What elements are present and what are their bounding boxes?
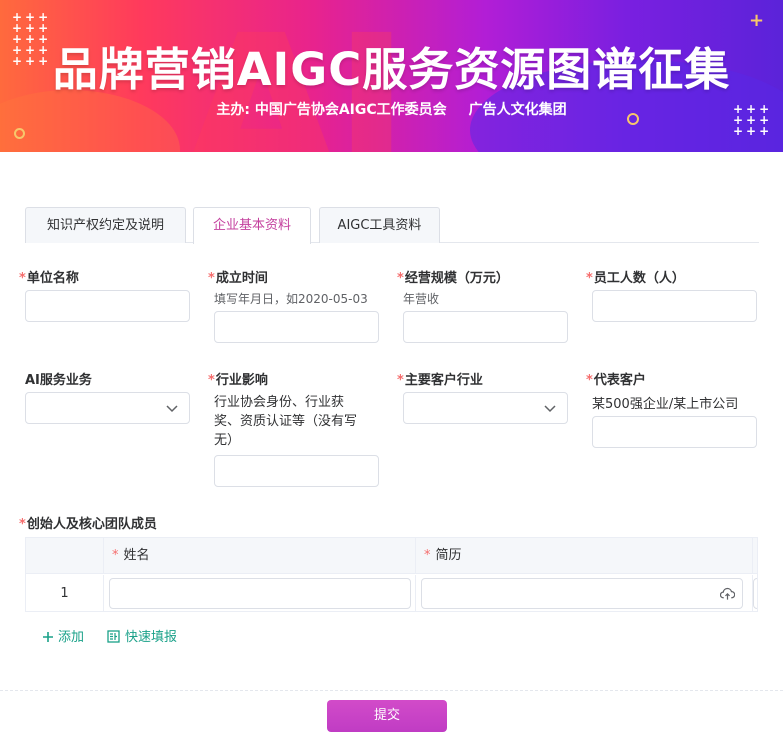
client-industry-label: *主要客户行业 bbox=[397, 373, 483, 388]
client-industry-select[interactable] bbox=[403, 392, 568, 424]
team-table-header: *姓名 *简历 * bbox=[26, 538, 757, 574]
plus-icon bbox=[43, 632, 53, 642]
ai-service-select[interactable] bbox=[25, 392, 190, 424]
business-scale-label: *经营规模（万元） bbox=[397, 271, 509, 286]
member-name-input[interactable] bbox=[109, 578, 411, 609]
row-index: 1 bbox=[26, 575, 104, 611]
extra-column-header: * bbox=[753, 538, 757, 574]
member-resume-input[interactable] bbox=[421, 578, 743, 609]
add-row-button[interactable]: 添加 bbox=[42, 626, 84, 645]
business-scale-input[interactable] bbox=[403, 311, 568, 343]
industry-influence-hint: 行业协会身份、行业获奖、资质认证等（没有写无） bbox=[214, 395, 358, 448]
name-column-header: * 姓名 bbox=[104, 538, 416, 574]
industry-influence-label: *行业影响 bbox=[208, 373, 268, 388]
company-name-label: *单位名称 bbox=[19, 271, 79, 286]
ai-service-label: AI服务业务 bbox=[25, 373, 92, 388]
upload-cloud-icon[interactable] bbox=[720, 587, 735, 601]
footer-divider bbox=[0, 690, 783, 691]
industry-influence-input[interactable] bbox=[214, 455, 379, 487]
header-banner: AI +++ +++ +++ +++ +++ +++ +++ +++ + 品牌营销AIGC服… bbox=[0, 0, 783, 152]
quick-fill-icon bbox=[107, 630, 120, 643]
quick-fill-button[interactable]: 快速填报 bbox=[107, 626, 177, 645]
representative-clients-hint: 某500强企业/某上市公司 bbox=[592, 397, 739, 412]
submit-button[interactable]: 提交 bbox=[327, 700, 447, 732]
chevron-down-icon bbox=[544, 405, 556, 413]
founded-date-input[interactable] bbox=[214, 311, 379, 343]
chevron-down-icon bbox=[166, 405, 178, 413]
company-name-input[interactable] bbox=[25, 290, 190, 322]
tab-aigc-tools[interactable]: AIGC工具资料 bbox=[319, 207, 440, 243]
founded-date-label: *成立时间 bbox=[208, 271, 268, 286]
employee-count-input[interactable] bbox=[592, 290, 757, 322]
tab-company-info[interactable]: 企业基本资料 bbox=[193, 207, 311, 244]
banner-plus-decoration: + bbox=[749, 10, 765, 31]
tab-ip-agreement[interactable]: 知识产权约定及说明 bbox=[25, 207, 186, 243]
business-scale-hint: 年营收 bbox=[403, 292, 440, 306]
co-organizer-text: 广告人文化集团 bbox=[468, 102, 567, 118]
banner-ring-decoration bbox=[14, 128, 25, 139]
founded-date-hint: 填写年月日，如2020-05-03 bbox=[214, 292, 368, 306]
team-label: *创始人及核心团队成员 bbox=[19, 517, 157, 532]
index-column-header bbox=[26, 538, 104, 574]
banner-title: 品牌营销AIGC服务资源图谱征集 bbox=[52, 43, 731, 96]
banner-subtitle: 主办: 中国广告协会AIGC工作委员会 广告人文化集团 bbox=[0, 99, 783, 119]
form-tabs: 知识产权约定及说明 企业基本资料 AIGC工具资料 bbox=[25, 207, 759, 244]
organizer-text: 主办: 中国广告协会AIGC工作委员会 bbox=[216, 102, 447, 118]
extra-cell-input[interactable] bbox=[753, 578, 757, 609]
resume-column-header: * 简历 bbox=[416, 538, 753, 574]
employee-count-label: *员工人数（人） bbox=[586, 271, 685, 286]
team-table: *姓名 *简历 * 1 bbox=[25, 537, 758, 612]
representative-clients-input[interactable] bbox=[592, 416, 757, 448]
representative-clients-label: *代表客户 bbox=[586, 373, 646, 388]
